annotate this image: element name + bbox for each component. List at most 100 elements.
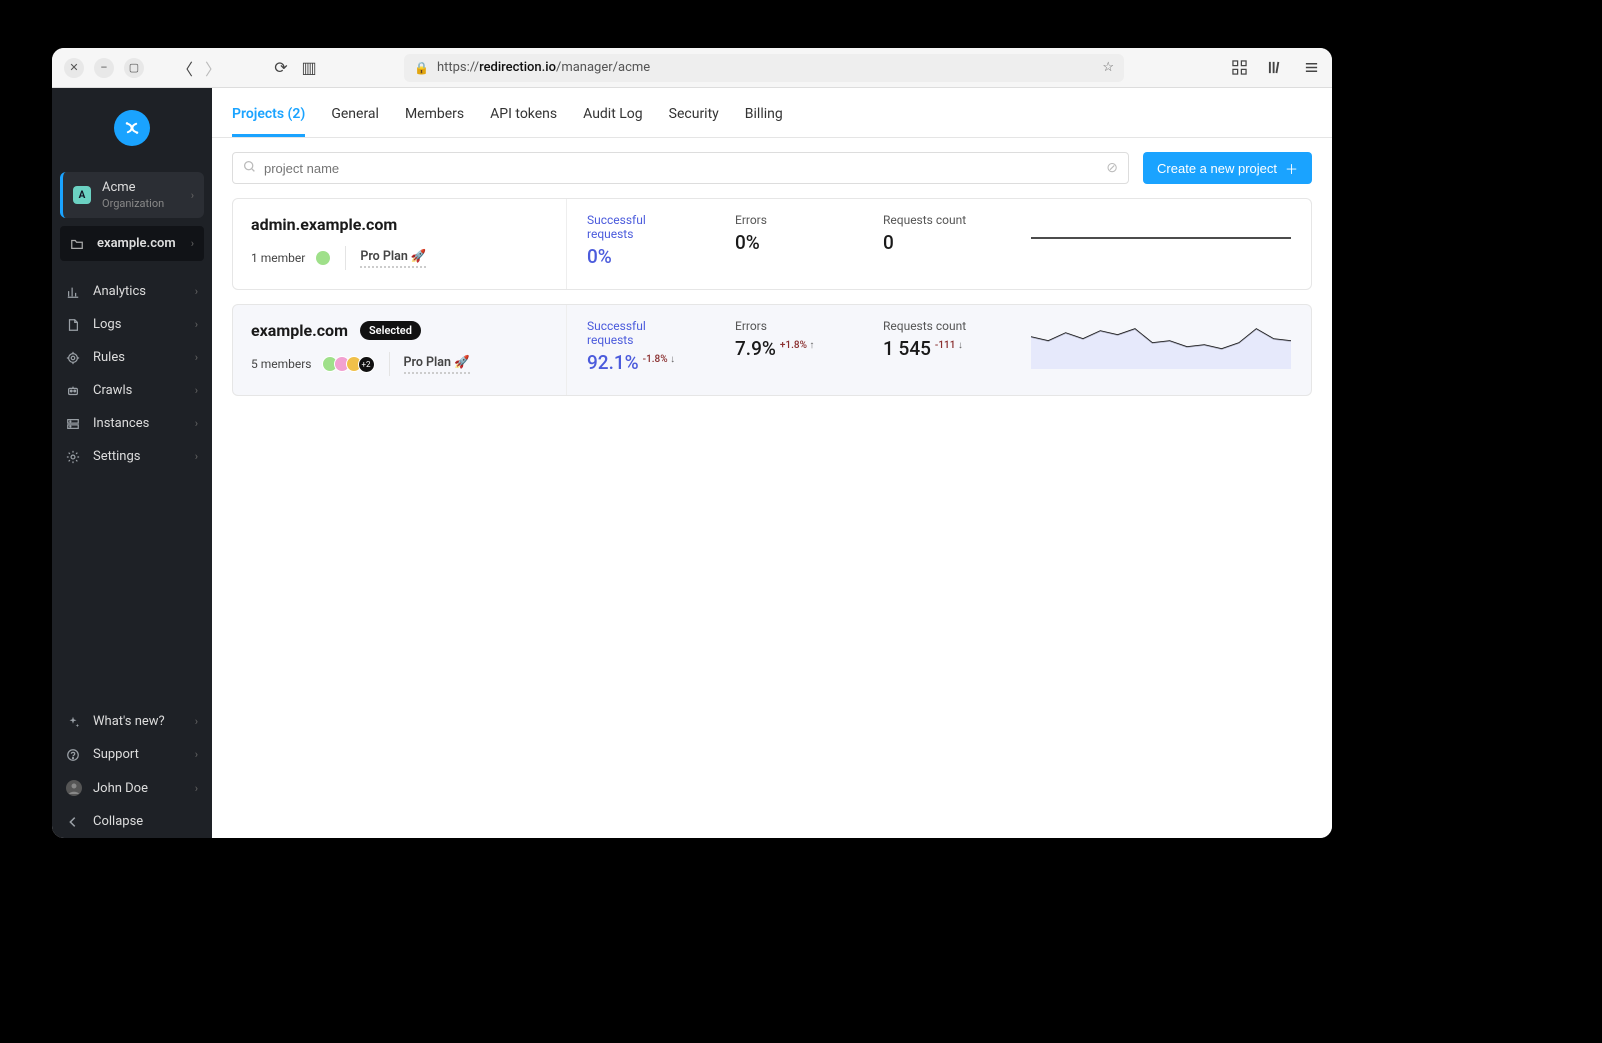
stat-count: Requests count 0 [883, 213, 991, 254]
stat-successful: Successful requests 92.1%-1.8% [587, 319, 695, 374]
sidebar-item-label: Settings [93, 449, 184, 464]
chevron-left-icon [66, 815, 82, 829]
sidebar-item-label: Instances [93, 416, 184, 431]
nav-back-icon[interactable]: 〈 [176, 59, 194, 77]
clear-icon[interactable]: ⊘ [1106, 160, 1118, 176]
stat-value: 1 545 [883, 337, 931, 360]
tab-billing[interactable]: Billing [745, 100, 783, 137]
sparkle-icon [66, 715, 82, 729]
plus-icon: ＋ [1285, 159, 1298, 178]
tab-projects-[interactable]: Projects (2) [232, 100, 305, 137]
chevron-right-icon: › [191, 237, 194, 250]
robot-icon [66, 384, 82, 398]
file-icon [66, 318, 82, 332]
avatar-icon [66, 780, 82, 796]
project-summary: admin.example.com 1 member Pro Plan 🚀 [233, 199, 567, 289]
sidebar-item-instances[interactable]: Instances › [52, 407, 212, 440]
browser-chrome: ✕ – ▢ 〈 〉 ⟳ ▥ 🔒 https:// redirection.io … [52, 48, 1332, 88]
stat-value: 92.1% [587, 351, 639, 374]
project-summary: example.com Selected 5 members +2 Pro Pl… [233, 305, 567, 395]
browser-window: ✕ – ▢ 〈 〉 ⟳ ▥ 🔒 https:// redirection.io … [52, 48, 1332, 838]
folder-icon [70, 237, 86, 251]
stat-label: Requests count [883, 319, 991, 333]
sidebar-item-label: Logs [93, 317, 184, 332]
sidebar-item-what-s-new-[interactable]: What's new?› [52, 705, 212, 738]
bookmark-star-icon[interactable]: ☆ [1102, 60, 1114, 75]
stat-errors: Errors 7.9%+1.8% [735, 319, 843, 360]
tab-api-tokens[interactable]: API tokens [490, 100, 557, 137]
sidebar-item-settings[interactable]: Settings › [52, 440, 212, 473]
help-icon [66, 748, 82, 762]
tab-audit-log[interactable]: Audit Log [583, 100, 643, 137]
lock-icon: 🔒 [414, 61, 429, 75]
sidebar-item-crawls[interactable]: Crawls › [52, 374, 212, 407]
member-avatars: +2 [326, 356, 375, 373]
chevron-right-icon: › [191, 189, 194, 202]
logo-badge [114, 110, 150, 146]
create-project-button[interactable]: Create a new project ＋ [1143, 152, 1312, 184]
org-name: Acme [102, 180, 136, 195]
stat-label: Requests count [883, 213, 991, 227]
stat-label: Errors [735, 319, 843, 333]
project-switcher[interactable]: example.com › [60, 226, 204, 261]
plan-label[interactable]: Pro Plan 🚀 [404, 355, 470, 374]
sparkline [1031, 213, 1291, 263]
sidebar-item-john-doe[interactable]: John Doe› [52, 771, 212, 805]
project-card[interactable]: admin.example.com 1 member Pro Plan 🚀 Su… [232, 198, 1312, 290]
window-maximize-button[interactable]: ▢ [124, 58, 144, 78]
stat-delta: -1.8% [643, 354, 675, 365]
stat-value: 7.9% [735, 337, 776, 360]
server-icon [66, 417, 82, 431]
project-name: example.com [97, 236, 180, 251]
library-icon[interactable] [1266, 59, 1284, 77]
url-path: /manager/acme [556, 60, 650, 75]
window-minimize-button[interactable]: – [94, 58, 114, 78]
sidebar-item-label: Analytics [93, 284, 184, 299]
stat-delta: -111 [935, 340, 963, 351]
project-stats: Successful requests 0% Errors 0% Request… [567, 199, 1311, 289]
target-icon [66, 351, 82, 365]
window-close-button[interactable]: ✕ [64, 58, 84, 78]
sidebar-item-analytics[interactable]: Analytics › [52, 275, 212, 308]
sidebar-item-support[interactable]: Support› [52, 738, 212, 771]
project-search-input[interactable] [264, 161, 1106, 176]
org-avatar: A [73, 186, 91, 204]
reload-icon[interactable]: ⟳ [272, 59, 290, 77]
sidebar-item-logs[interactable]: Logs › [52, 308, 212, 341]
chevron-right-icon: › [195, 318, 198, 331]
selected-badge: Selected [360, 321, 421, 340]
sidebar-item-label: What's new? [93, 714, 184, 729]
stat-value: 0% [735, 231, 760, 254]
apps-grid-icon[interactable] [1230, 59, 1248, 77]
shield-icon[interactable]: ▥ [300, 59, 318, 77]
logo[interactable] [52, 88, 212, 168]
chevron-right-icon: › [195, 450, 198, 463]
chevron-right-icon: › [195, 417, 198, 430]
stat-count: Requests count 1 545 -111 [883, 319, 991, 360]
stat-errors: Errors 0% [735, 213, 843, 254]
app-root: A Acme Organization › example.com › Anal… [52, 88, 1332, 838]
chart-icon [66, 285, 82, 299]
tab-general[interactable]: General [331, 100, 379, 137]
sidebar-item-rules[interactable]: Rules › [52, 341, 212, 374]
project-search[interactable]: ⊘ [232, 152, 1129, 184]
nav-forward-icon[interactable]: 〉 [204, 59, 222, 77]
tab-members[interactable]: Members [405, 100, 464, 137]
chevron-right-icon: › [195, 782, 198, 795]
members-count: 1 member [251, 251, 305, 265]
sidebar-item-collapse[interactable]: Collapse [52, 805, 212, 838]
toolbar: ⊘ Create a new project ＋ [212, 138, 1332, 188]
chevron-right-icon: › [195, 285, 198, 298]
sparkline [1031, 319, 1291, 369]
project-name: example.com [251, 321, 348, 340]
plan-label[interactable]: Pro Plan 🚀 [360, 249, 426, 268]
stat-successful: Successful requests 0% [587, 213, 695, 268]
tab-security[interactable]: Security [669, 100, 719, 137]
sidebar-item-label: Collapse [93, 814, 198, 829]
url-bar[interactable]: 🔒 https:// redirection.io /manager/acme … [404, 54, 1124, 82]
sidebar-item-label: Rules [93, 350, 184, 365]
menu-icon[interactable] [1302, 59, 1320, 77]
sidebar-item-label: Crawls [93, 383, 184, 398]
project-card[interactable]: example.com Selected 5 members +2 Pro Pl… [232, 304, 1312, 396]
org-switcher[interactable]: A Acme Organization › [60, 172, 204, 218]
